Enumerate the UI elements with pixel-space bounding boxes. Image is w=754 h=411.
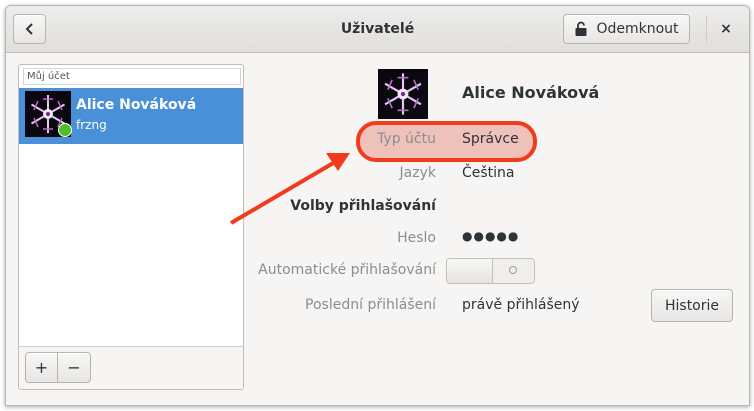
annotation-arrow xyxy=(229,153,350,225)
